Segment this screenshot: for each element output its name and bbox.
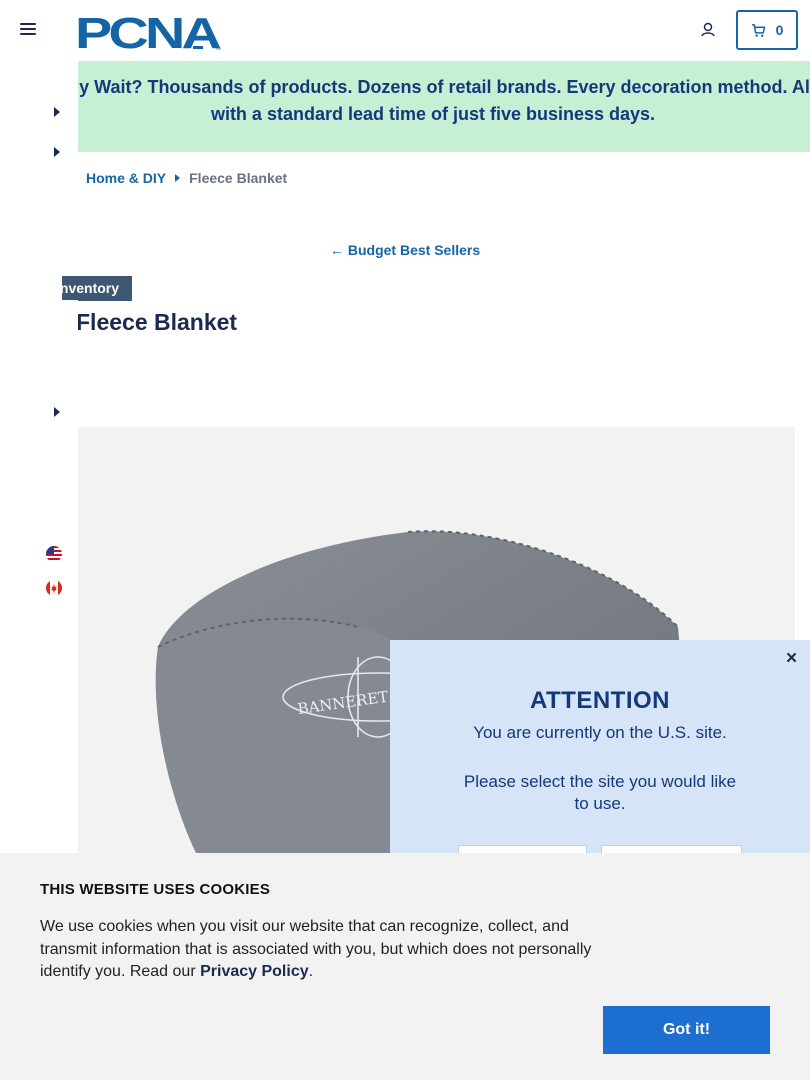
expand-arrow-icon[interactable] bbox=[54, 407, 60, 417]
product-title: Fleece Blanket bbox=[76, 309, 238, 335]
left-rail-mask bbox=[0, 300, 78, 350]
site-header: PCNA TM 0 bbox=[0, 0, 810, 61]
promo-banner-text: Why Wait? Thousands of products. Dozens … bbox=[78, 77, 810, 124]
us-flag-icon[interactable] bbox=[46, 546, 62, 562]
breadcrumb-home-diy[interactable]: Home & DIY bbox=[86, 170, 166, 186]
privacy-policy-link[interactable]: Privacy Policy bbox=[200, 963, 309, 980]
menu-icon[interactable] bbox=[20, 23, 36, 37]
canada-flag-icon[interactable] bbox=[46, 580, 62, 596]
cookie-description: We use cookies when you visit our websit… bbox=[40, 916, 605, 984]
cart-icon bbox=[751, 23, 765, 37]
expand-arrow-icon[interactable] bbox=[54, 107, 60, 117]
back-to-budget-best-sellers-link[interactable]: ← Budget Best Sellers bbox=[0, 242, 810, 258]
modal-current-site-text: You are currently on the U.S. site. bbox=[473, 723, 727, 742]
canada-site-button[interactable] bbox=[601, 845, 742, 853]
got-it-button[interactable]: Got it! bbox=[603, 1006, 770, 1054]
promo-banner: Why Wait? Thousands of products. Dozens … bbox=[78, 61, 810, 152]
modal-select-site-text: Please select the site you would like to… bbox=[463, 772, 737, 813]
cookie-text-end: . bbox=[308, 963, 314, 980]
breadcrumb-current: Fleece Blanket bbox=[189, 170, 288, 186]
modal-title: ATTENTION bbox=[529, 687, 671, 714]
cookie-text: We use cookies when you visit our websit… bbox=[40, 918, 592, 980]
pcna-logo[interactable]: PCNA TM bbox=[75, 9, 225, 58]
us-site-button[interactable] bbox=[458, 845, 587, 853]
inventory-badge-label: Inventory bbox=[62, 280, 120, 296]
breadcrumb-separator-icon bbox=[175, 174, 181, 182]
cart-button[interactable]: 0 bbox=[736, 10, 798, 50]
breadcrumb: Home & DIY Fleece Blanket bbox=[86, 170, 287, 186]
expand-arrow-icon[interactable] bbox=[54, 147, 60, 157]
svg-text:TM: TM bbox=[215, 46, 221, 51]
cookie-title: THIS WEBSITE USES COOKIES bbox=[40, 881, 271, 898]
account-icon[interactable] bbox=[699, 21, 717, 39]
back-link-label: Budget Best Sellers bbox=[347, 242, 481, 258]
cookie-consent-bar: THIS WEBSITE USES COOKIES We use cookies… bbox=[0, 853, 810, 1080]
close-icon[interactable]: × bbox=[786, 648, 797, 670]
cart-count: 0 bbox=[775, 22, 784, 38]
site-selection-modal: × ATTENTION You are currently on the U.S… bbox=[390, 640, 810, 853]
inventory-badge: Inventory bbox=[62, 276, 132, 301]
arrow-left-icon: ← bbox=[329, 242, 344, 258]
